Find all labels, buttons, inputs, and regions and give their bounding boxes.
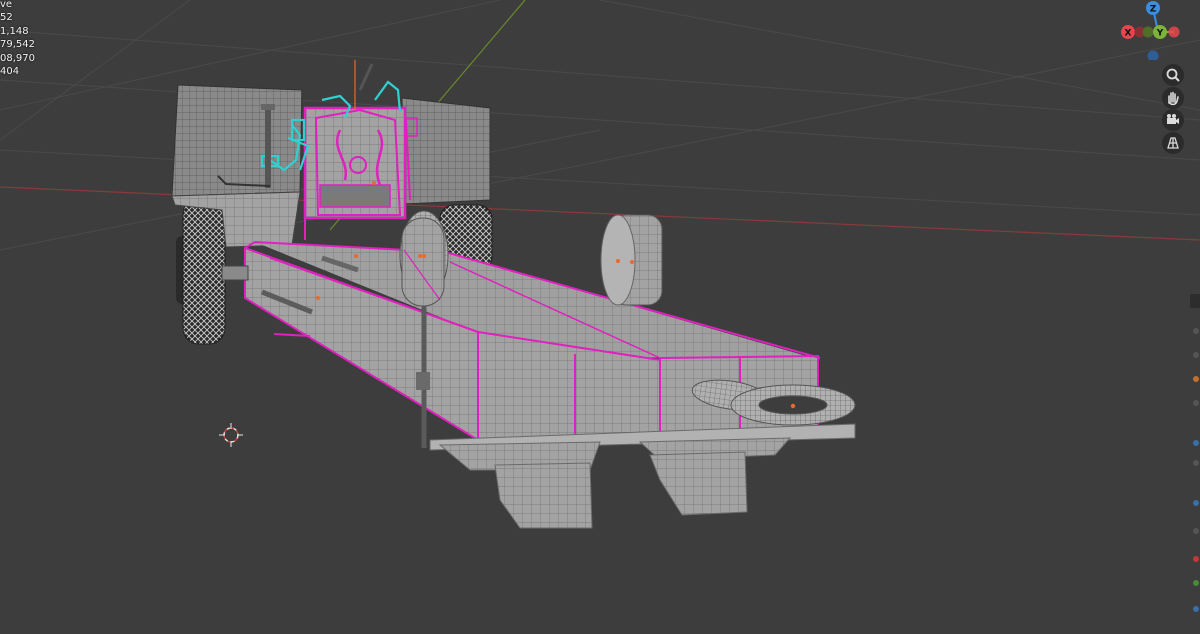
property-tab-icon[interactable] — [1193, 460, 1199, 466]
spare-drum[interactable] — [600, 214, 663, 306]
property-tab-icon[interactable] — [1193, 528, 1199, 534]
svg-text:X: X — [1125, 29, 1132, 39]
property-tab-icon[interactable] — [1193, 328, 1199, 334]
gun-mechanism[interactable] — [303, 60, 418, 240]
axis-x-button[interactable]: X — [1121, 25, 1135, 39]
sidebar-edge — [1190, 290, 1200, 634]
property-tab-icon[interactable] — [1193, 556, 1199, 562]
property-tab-icon[interactable] — [1193, 500, 1199, 506]
hand-icon[interactable] — [1162, 87, 1184, 109]
stats-line: 52 — [0, 12, 13, 24]
stats-line: 08,970 — [0, 52, 35, 64]
trail-base[interactable] — [429, 423, 856, 529]
property-tab-icon[interactable] — [1193, 440, 1199, 446]
stats-line: ve — [0, 0, 13, 10]
stats-line: 1,148 — [0, 25, 29, 37]
scene-canvas[interactable] — [0, 0, 1200, 634]
property-tab-icon[interactable] — [1193, 580, 1199, 586]
axis-neg-y-button[interactable] — [1142, 26, 1154, 38]
scene-statistics: ve 52 1,148 79,542 08,970 404 — [0, 0, 35, 78]
stats-line: 404 — [0, 66, 20, 78]
property-tab-icon[interactable] — [1193, 606, 1199, 612]
stats-line: 79,542 — [0, 39, 35, 51]
trail-beam[interactable] — [221, 240, 821, 442]
camera-icon[interactable] — [1162, 109, 1184, 131]
property-tab-icon[interactable] — [1193, 400, 1199, 406]
svg-text:Z: Z — [1150, 5, 1157, 15]
property-tab-icon[interactable] — [1193, 352, 1199, 358]
left-wheel[interactable] — [176, 197, 226, 345]
axis-y-button[interactable]: Y — [1153, 25, 1167, 39]
zoom-icon[interactable] — [1162, 64, 1184, 86]
right-shield[interactable] — [401, 97, 491, 205]
navigation-gizmo[interactable]: Z X Y — [1118, 0, 1200, 60]
axis-z-button[interactable]: Z — [1146, 1, 1160, 15]
property-tab-icon[interactable] — [1193, 376, 1199, 382]
sidebar-tab[interactable] — [1190, 294, 1200, 308]
axis-y-secondary[interactable] — [1168, 26, 1180, 38]
axis-neg-z-button[interactable] — [1147, 50, 1159, 61]
svg-text:Y: Y — [1156, 29, 1164, 39]
grid-icon[interactable] — [1162, 132, 1184, 154]
3d-viewport[interactable]: ve 52 1,148 79,542 08,970 404 Z X Y — [0, 0, 1200, 634]
3d-cursor[interactable] — [219, 423, 243, 447]
